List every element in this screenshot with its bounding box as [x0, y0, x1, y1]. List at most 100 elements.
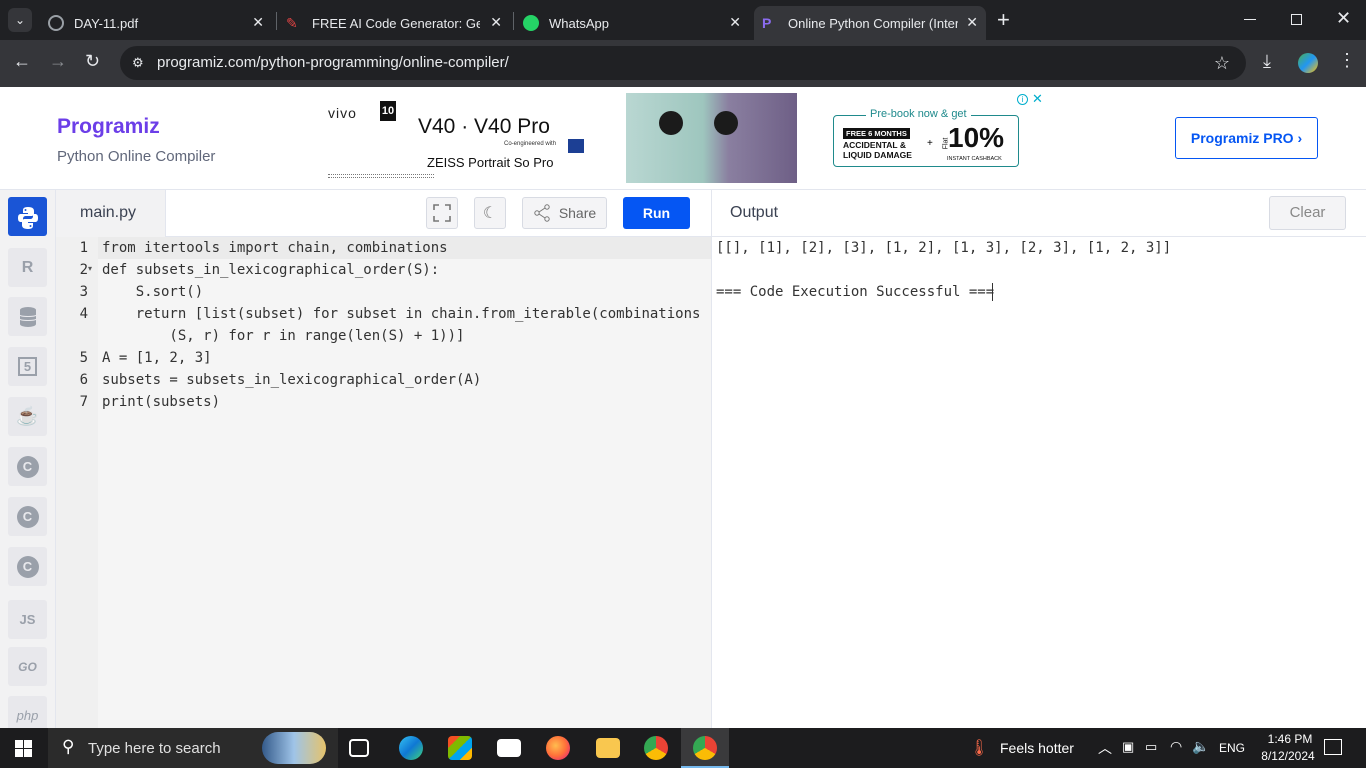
restore-icon[interactable]	[1291, 14, 1302, 25]
code-editor[interactable]: 1 2 ▾ 3 4 5 6 7 from itertools import ch…	[56, 237, 711, 728]
close-window-icon[interactable]: ✕	[1336, 8, 1351, 29]
line-number: 5	[79, 350, 88, 366]
wifi-icon[interactable]: ◠	[1170, 738, 1182, 755]
file-explorer-icon[interactable]	[596, 738, 620, 758]
windows-start-icon[interactable]	[15, 740, 32, 757]
sidebar-item-java[interactable]: ☕	[8, 397, 47, 436]
output-panel[interactable]: [[], [1], [2], [3], [1, 2], [1, 3], [2, …	[711, 237, 1366, 728]
forward-icon[interactable]: →	[49, 51, 67, 72]
go-icon: GO	[18, 659, 37, 674]
programiz-pro-button[interactable]: Programiz PRO ›	[1175, 117, 1318, 159]
firefox-icon[interactable]	[546, 736, 570, 760]
clear-button[interactable]: Clear	[1269, 196, 1346, 230]
ad-cashback: INSTANT CASHBACK	[947, 156, 1002, 162]
line-number: 2	[79, 262, 88, 278]
js-icon: JS	[19, 612, 36, 627]
share-icon	[534, 204, 550, 222]
chrome-active-tile[interactable]	[681, 728, 729, 768]
fullscreen-button[interactable]	[426, 197, 458, 229]
reload-icon[interactable]: ↻	[85, 51, 100, 72]
close-tab-icon[interactable]: ✕	[490, 14, 502, 31]
ad-anniversary-badge: 10	[380, 101, 396, 121]
site-header: Programiz Python Online Compiler vivo 10…	[0, 87, 1366, 190]
sidebar-item-go[interactable]: GO	[8, 647, 47, 686]
php-icon: php	[16, 708, 39, 723]
output-title: Output	[730, 204, 779, 221]
store-icon[interactable]	[448, 736, 472, 760]
close-tab-icon[interactable]: ✕	[966, 14, 978, 31]
sidebar-item-csharp[interactable]: C	[8, 547, 47, 586]
ad-offer-box: Pre-book now & get FREE 6 MONTHS ACCIDEN…	[833, 108, 1019, 167]
close-tab-icon[interactable]: ✕	[252, 14, 264, 31]
fold-arrow-icon[interactable]: ▾	[88, 264, 92, 273]
sidebar-item-python[interactable]	[8, 197, 47, 236]
address-bar[interactable]: ⚙ programiz.com/python-programming/onlin…	[120, 46, 1246, 80]
minimize-icon[interactable]	[1244, 19, 1256, 20]
csharp-icon: C	[16, 555, 39, 578]
taskbar-search[interactable]: ⚲ Type here to search	[48, 728, 338, 768]
output-line: [[], [1], [2], [3], [1, 2], [1, 3], [2, …	[716, 240, 1172, 256]
share-button[interactable]: Share	[522, 197, 607, 229]
database-icon	[19, 306, 36, 327]
ad-close-icon[interactable]: ✕	[1032, 91, 1043, 107]
search-icon: ⚲	[62, 737, 75, 756]
line-number: 6	[79, 372, 88, 388]
edge-icon[interactable]	[399, 736, 423, 760]
battery-icon[interactable]: ▭	[1145, 739, 1157, 755]
file-tab[interactable]: main.py	[56, 190, 166, 237]
mail-icon[interactable]	[497, 739, 521, 757]
sidebar-item-html[interactable]: 5	[8, 347, 47, 386]
sidebar-item-js[interactable]: JS	[8, 600, 47, 639]
sidebar-item-cpp[interactable]: C	[8, 497, 47, 536]
run-button[interactable]: Run	[623, 197, 690, 229]
ad-model: V40 · V40 Pro	[418, 115, 550, 138]
sidebar-item-sql[interactable]	[8, 297, 47, 336]
ad-phone-image	[626, 93, 797, 183]
code-line: return [list(subset) for subset in chain…	[102, 306, 701, 322]
chevron-up-icon[interactable]: ︿	[1098, 738, 1112, 758]
line-number: 3	[79, 284, 88, 300]
notifications-icon[interactable]	[1324, 739, 1342, 755]
tab-ai-code[interactable]: ✎ FREE AI Code Generator: Gener ✕	[278, 6, 510, 40]
cpp-icon: C	[16, 505, 39, 528]
site-info-icon[interactable]: ⚙	[132, 46, 144, 80]
whatsapp-icon	[523, 15, 539, 31]
new-tab-button[interactable]: +	[997, 7, 1010, 33]
theme-toggle-button[interactable]: ☾	[474, 197, 506, 229]
tab-programiz[interactable]: P Online Python Compiler (Interpr ✕	[754, 6, 986, 40]
back-icon[interactable]: ←	[13, 51, 31, 72]
weather-icon: 🌡	[969, 740, 990, 757]
volume-icon[interactable]: 🔈	[1192, 738, 1209, 755]
chrome-icon[interactable]	[644, 736, 668, 760]
tab-search-icon[interactable]: ⌄	[8, 8, 32, 32]
weather-text[interactable]: Feels hotter	[1000, 740, 1074, 756]
tab-whatsapp[interactable]: WhatsApp ✕	[515, 6, 749, 40]
task-view-icon[interactable]	[349, 739, 369, 757]
clock-date[interactable]: 8/12/2024	[1255, 749, 1321, 763]
search-placeholder: Type here to search	[88, 740, 221, 757]
windows-taskbar: ⚲ Type here to search 🌡 Feels hotter ︿ ▣…	[0, 728, 1366, 768]
ad-banner[interactable]: vivo 10 V40 · V40 Pro Co-engineered with…	[327, 91, 1047, 185]
programiz-logo[interactable]: Programiz	[57, 115, 160, 139]
language-sidebar: R 5 ☕ C C C JS GO php	[0, 190, 56, 735]
share-label: Share	[558, 205, 597, 221]
close-tab-icon[interactable]: ✕	[729, 14, 741, 31]
ad-tagline: ZEISS Portrait So Pro	[427, 155, 554, 170]
menu-icon[interactable]: ⋮	[1338, 50, 1356, 71]
tab-day11[interactable]: DAY-11.pdf ✕	[40, 6, 272, 40]
r-icon: R	[21, 258, 34, 276]
editor-toolbar: main.py ☾ Share Run	[56, 190, 711, 237]
programiz-icon: P	[762, 15, 772, 31]
sidebar-item-c[interactable]: C	[8, 447, 47, 486]
profile-avatar[interactable]	[1298, 53, 1318, 73]
code-line: from itertools import chain, combination…	[102, 240, 448, 256]
java-icon: ☕	[16, 406, 39, 426]
language-indicator[interactable]: ENG	[1219, 741, 1245, 755]
ad-brand: vivo	[328, 105, 357, 121]
ad-info-icon[interactable]: i	[1017, 94, 1028, 105]
meet-now-icon[interactable]: ▣	[1122, 739, 1134, 755]
download-icon[interactable]: ⤓	[1263, 51, 1271, 72]
sidebar-item-r[interactable]: R	[8, 248, 47, 287]
bookmark-star-icon[interactable]: ☆	[1214, 46, 1230, 80]
clock-time[interactable]: 1:46 PM	[1261, 732, 1319, 746]
